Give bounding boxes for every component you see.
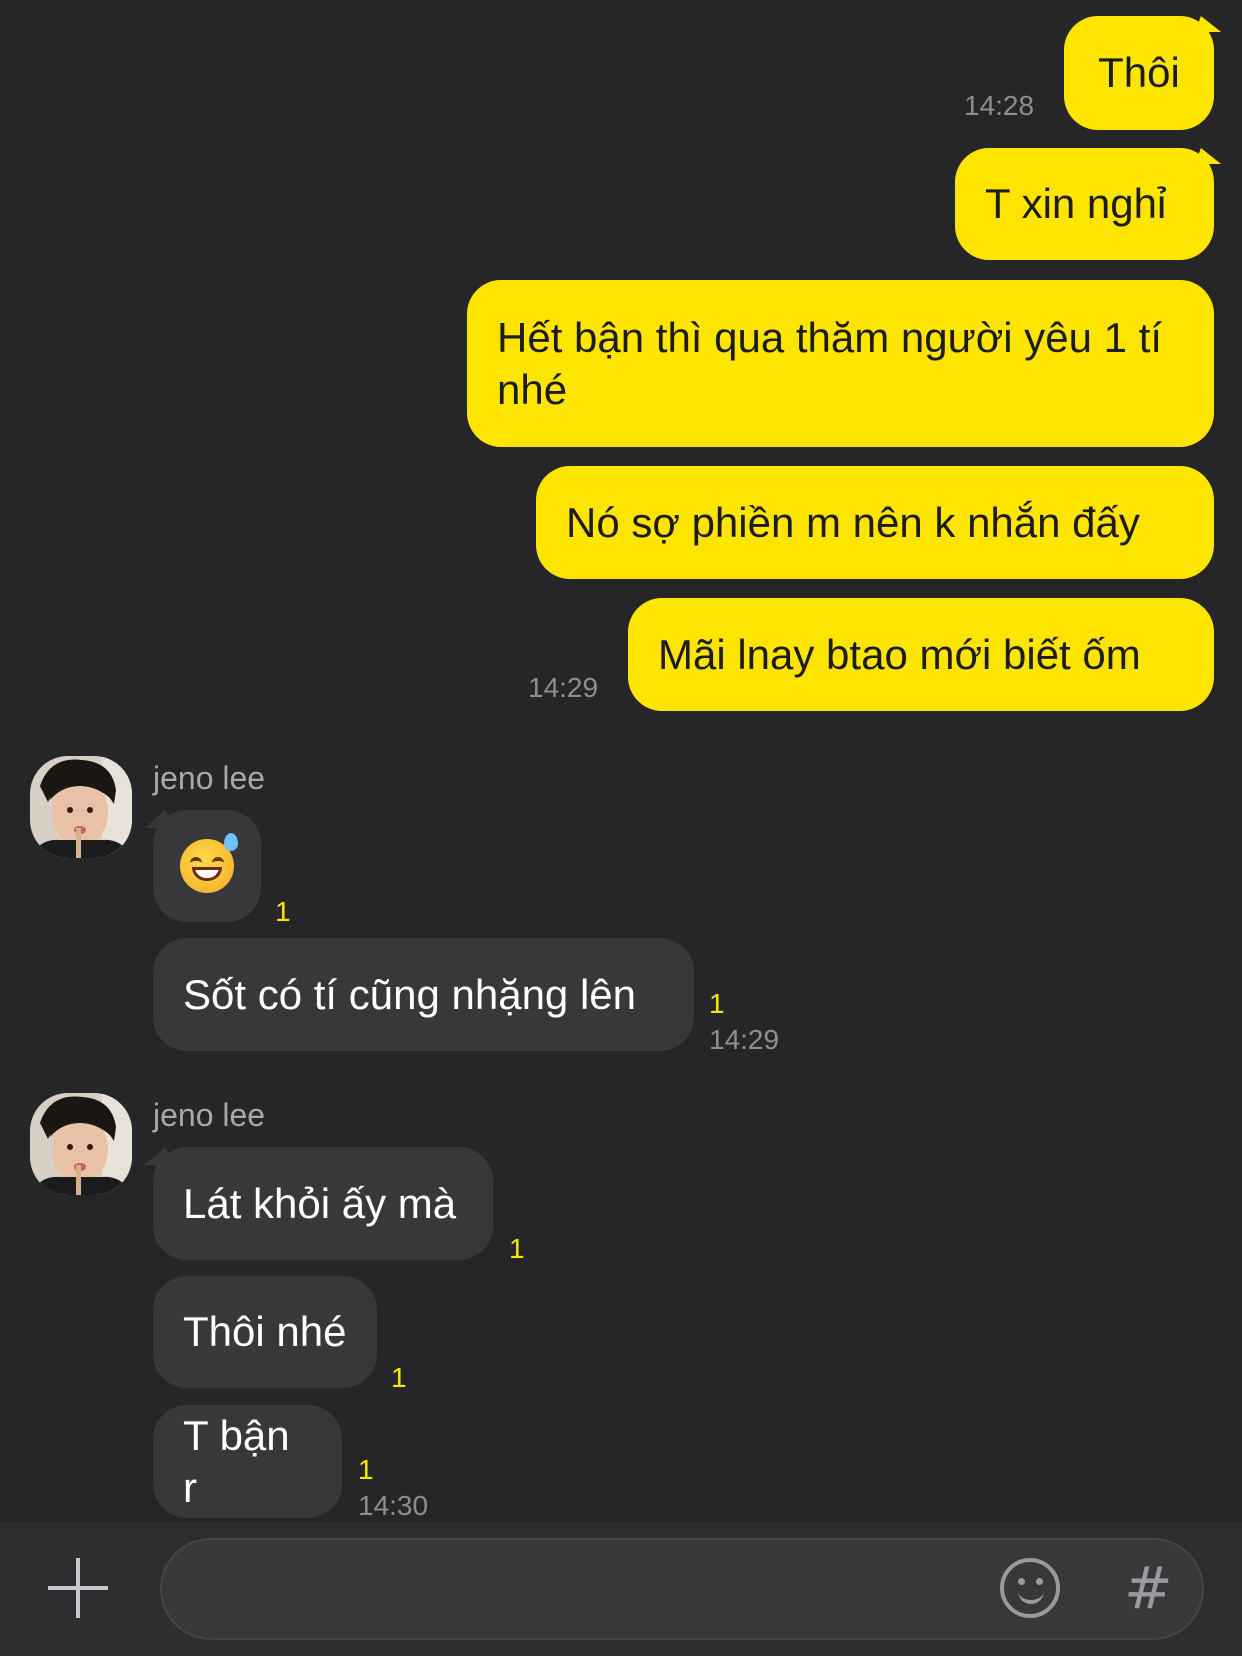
message-time: 14:29 (528, 672, 599, 703)
message-bubble-in[interactable]: T bận r (153, 1405, 342, 1518)
chat-area[interactable]: 14:28 Thôi T xin nghỉ Hết bận thì qua th… (0, 0, 1242, 1522)
hash-icon[interactable]: # (1124, 1556, 1173, 1620)
message-bubble-out[interactable]: T xin nghỉ (955, 148, 1214, 260)
avatar[interactable] (30, 1093, 132, 1195)
message-time: 14:29 (709, 1024, 780, 1055)
unread-count: 1 (391, 1362, 407, 1393)
message-bubble-out[interactable]: Thôi (1064, 16, 1214, 130)
message-bubble-out[interactable]: Mãi lnay btao mới biết ốm (628, 598, 1214, 711)
message-text: T bận r (183, 1411, 290, 1511)
message-text: Lát khỏi ấy mà (183, 1179, 457, 1227)
sender-name: jeno lee (153, 760, 266, 796)
unread-count: 1 (709, 988, 725, 1019)
message-text: Sốt có tí cũng nhặng lên (183, 970, 636, 1018)
message-text: Mãi lnay btao mới biết ốm (658, 630, 1141, 678)
message-text: Thôi (1098, 49, 1180, 96)
message-text: T xin nghỉ (985, 180, 1167, 227)
sender-name: jeno lee (153, 1097, 266, 1133)
message-bubble-in[interactable]: Sốt có tí cũng nhặng lên (153, 938, 694, 1051)
message-bubble-in[interactable]: Lát khỏi ấy mà (153, 1147, 493, 1260)
message-text: Nó sợ phiền m nên k nhắn đấy (566, 498, 1140, 546)
message-time: 14:28 (964, 90, 1035, 121)
smile-icon[interactable] (1000, 1558, 1060, 1618)
avatar-photo (30, 1093, 132, 1195)
message-bubble-in[interactable] (153, 810, 261, 922)
avatar[interactable] (30, 756, 132, 858)
unread-count: 1 (275, 896, 291, 927)
message-text: Thôi nhé (183, 1308, 347, 1355)
message-text: Hết bận thì qua thăm người yêu 1 tí nhé (497, 313, 1163, 413)
message-time: 14:30 (358, 1490, 429, 1521)
grinning-sweat-emoji (180, 833, 238, 893)
message-bubble-out[interactable]: Nó sợ phiền m nên k nhắn đấy (536, 466, 1214, 579)
message-bubble-in[interactable]: Thôi nhé (153, 1276, 377, 1388)
avatar-photo (30, 756, 132, 858)
message-bubble-out[interactable]: Hết bận thì qua thăm người yêu 1 tí nhé (467, 280, 1214, 447)
unread-count: 1 (358, 1454, 374, 1485)
unread-count: 1 (509, 1233, 525, 1264)
plus-icon[interactable] (48, 1558, 108, 1618)
